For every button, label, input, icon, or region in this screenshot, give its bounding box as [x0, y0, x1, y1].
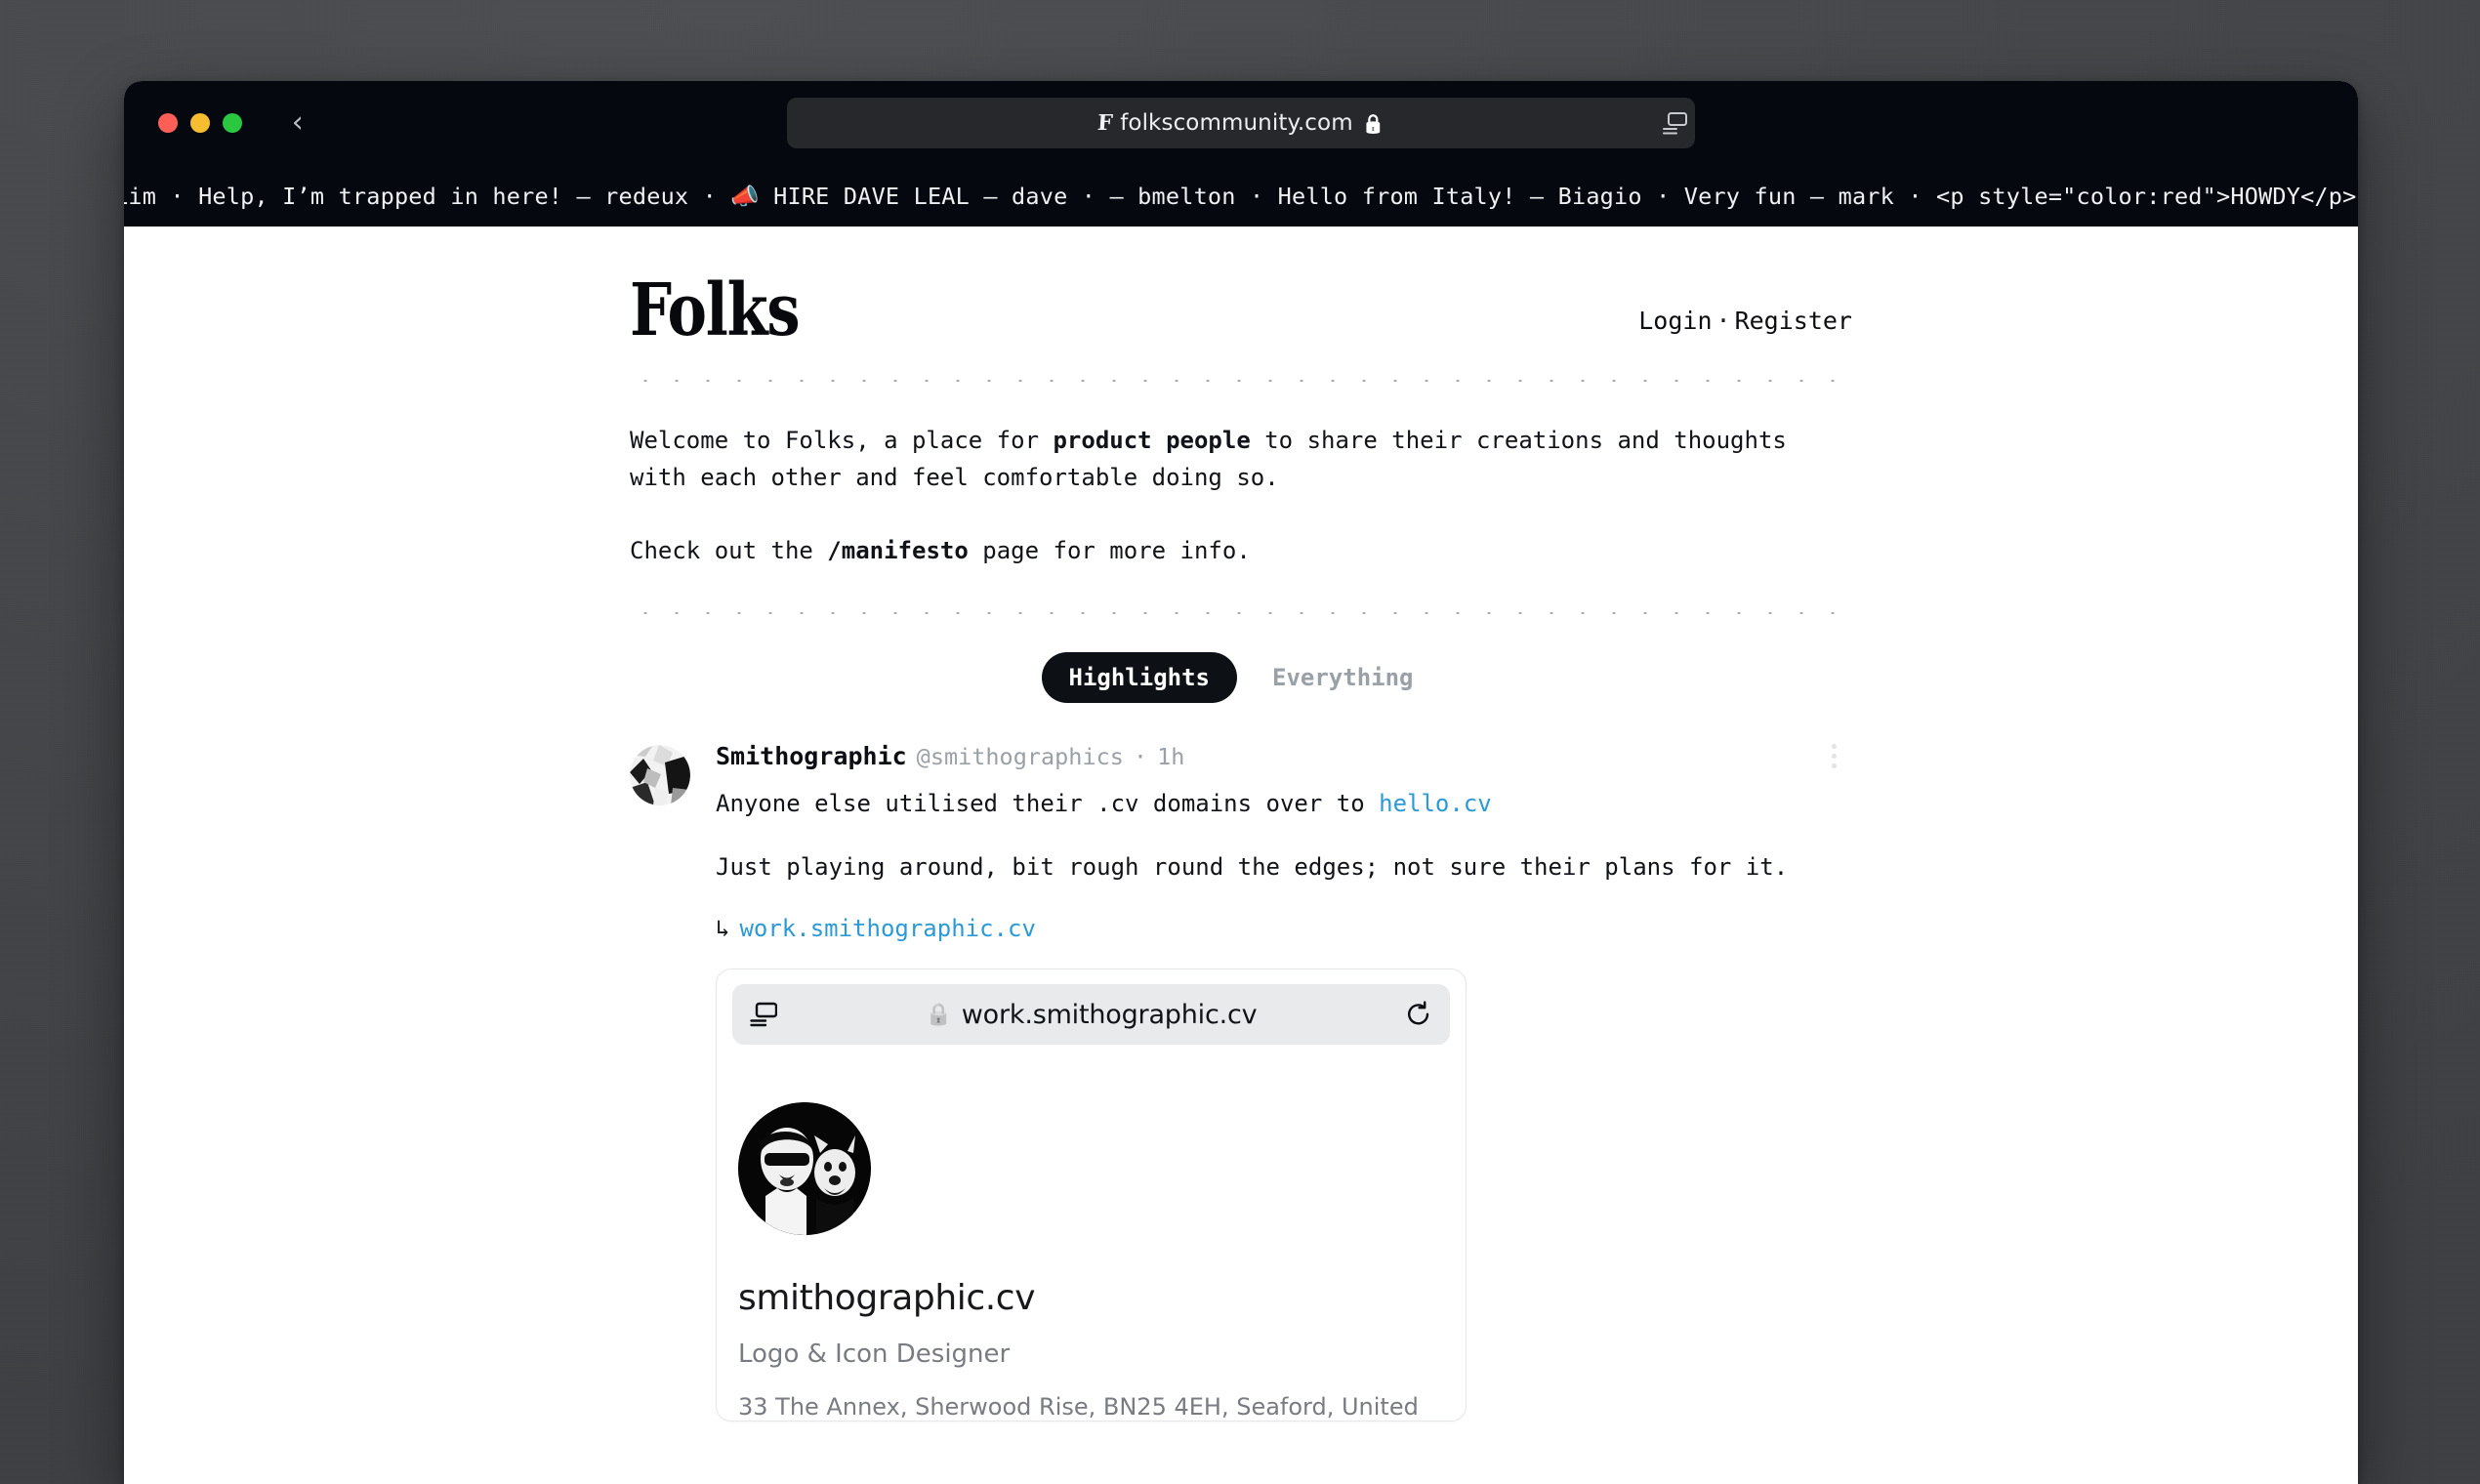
- reader-view-icon[interactable]: [750, 1002, 793, 1027]
- post-text-a: Anyone else utilised their .cv domains o…: [716, 790, 1380, 818]
- manifesto-link[interactable]: /manifesto: [827, 537, 969, 564]
- lock-icon: 🔒: [1361, 112, 1385, 135]
- reload-icon-glyph: [1408, 1001, 1429, 1025]
- embed-avatar-image: [738, 1102, 871, 1236]
- intro-text-a: Welcome to Folks, a place for: [630, 427, 1054, 455]
- divider-top: [630, 380, 1852, 383]
- post-reply-link-row: ↳ work.smithographic.cv: [716, 915, 1852, 942]
- embed-url-text: work.smithographic.cv: [961, 999, 1258, 1030]
- post-author-name[interactable]: Smithographic: [716, 742, 907, 770]
- intro-paragraph-2: Check out the /manifesto page for more i…: [630, 533, 1811, 570]
- post-body: Anyone else utilised their .cv domains o…: [716, 786, 1852, 886]
- avatar-image: [630, 745, 690, 806]
- kebab-dot: [1831, 754, 1837, 760]
- kebab-dot: [1831, 744, 1837, 750]
- announcement-ticker[interactable]: Lim · Help, I’m trapped in here! — redeu…: [124, 165, 2358, 227]
- browser-window: ‹ F folkscommunity.com 🔒 Lim · Help, I’m…: [124, 81, 2358, 1484]
- auth-links: Login · Register: [1638, 307, 1852, 345]
- close-window-button[interactable]: [158, 113, 178, 133]
- embed-site-avatar: [738, 1102, 871, 1236]
- avatar[interactable]: [630, 745, 690, 806]
- post-time-separator: ·: [1133, 743, 1148, 771]
- intro-highlight: product people: [1053, 427, 1251, 455]
- manifesto-text-a: Check out the: [630, 537, 828, 565]
- intro-text: Welcome to Folks, a place for product pe…: [630, 423, 1811, 570]
- sidebar-toggle-icon[interactable]: [1656, 103, 1695, 143]
- post-header: Smithographic @smithographics · 1h: [716, 742, 1852, 770]
- post-timestamp: 1h: [1157, 743, 1185, 771]
- back-arrow-icon[interactable]: ‹: [281, 106, 314, 140]
- address-bar-url: folkscommunity.com: [1120, 110, 1353, 136]
- work-smithographic-link[interactable]: work.smithographic.cv: [739, 915, 1035, 942]
- hello-cv-link[interactable]: hello.cv: [1379, 790, 1492, 817]
- embed-url-group: 🔒 work.smithographic.cv: [793, 1000, 1389, 1030]
- post-main: Smithographic @smithographics · 1h Anyon…: [716, 742, 1852, 1422]
- sidebar-icon-glyph: [1663, 112, 1687, 135]
- tab-everything[interactable]: Everything: [1245, 652, 1441, 703]
- reload-icon[interactable]: [1389, 1001, 1432, 1028]
- embed-site-address: 33 The Annex, Sherwood Rise, BN25 4EH, S…: [738, 1393, 1419, 1422]
- embed-address-bar: 🔒 work.smithographic.cv: [732, 984, 1450, 1046]
- register-link[interactable]: Register: [1735, 307, 1852, 335]
- minimize-window-button[interactable]: [190, 113, 210, 133]
- feed-post: Smithographic @smithographics · 1h Anyon…: [630, 742, 1852, 1422]
- ticker-text: Lim · Help, I’m trapped in here! — redeu…: [124, 182, 2358, 210]
- kebab-dot: [1831, 763, 1837, 769]
- post-author-handle[interactable]: @smithographics: [917, 743, 1124, 770]
- manifesto-text-c: page for more info.: [968, 537, 1251, 565]
- post-paragraph-2: Just playing around, bit rough round the…: [716, 853, 1789, 882]
- reply-arrow-icon: ↳: [716, 915, 730, 943]
- post-menu-icon[interactable]: [1823, 744, 1844, 769]
- post-paragraph-1: Anyone else utilised their .cv domains o…: [716, 786, 1852, 822]
- embed-site-role: Logo & Icon Designer: [738, 1340, 1011, 1370]
- reader-icon-glyph: [750, 1003, 777, 1027]
- page-content: Folks Login · Register Welcome to Folks, a…: [124, 227, 2358, 1484]
- folks-favicon-icon: F: [1095, 110, 1113, 136]
- site-logo[interactable]: Folks: [630, 274, 801, 347]
- tab-highlights[interactable]: Highlights: [1041, 652, 1237, 704]
- feed-tabs: Highlights Everything: [630, 652, 1852, 704]
- divider-bottom: [630, 612, 1852, 615]
- maximize-window-button[interactable]: [223, 113, 242, 133]
- embed-lock-icon: 🔒: [925, 1002, 952, 1027]
- embed-site-title: smithographic.cv: [738, 1278, 1036, 1319]
- browser-toolbar: ‹ F folkscommunity.com 🔒: [124, 81, 2358, 165]
- embed-site-preview: smithographic.cv Logo & Icon Designer 33…: [717, 1059, 1466, 1421]
- auth-separator: ·: [1715, 307, 1731, 336]
- login-link[interactable]: Login: [1638, 307, 1712, 335]
- intro-paragraph-1: Welcome to Folks, a place for product pe…: [630, 423, 1811, 497]
- link-preview-card[interactable]: 🔒 work.smithographic.cv smithographic.cv…: [716, 969, 1467, 1422]
- site-header: Folks Login · Register: [630, 274, 1852, 347]
- traffic-lights: [158, 113, 242, 133]
- address-bar[interactable]: F folkscommunity.com 🔒: [787, 98, 1695, 148]
